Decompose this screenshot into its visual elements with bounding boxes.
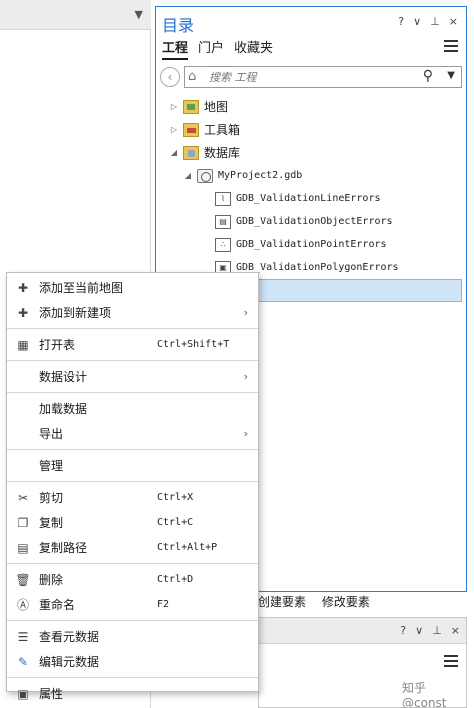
menu-item-manage[interactable]: 管理 bbox=[7, 453, 258, 478]
catalog-tabs: 工程 门户 收藏夹 bbox=[162, 37, 273, 60]
scissors-icon: ✂ bbox=[17, 490, 29, 505]
watermark: 知乎 @const bbox=[402, 681, 447, 708]
search-row: ‹ ⌂ ⚲ ▼ bbox=[160, 66, 462, 88]
trash-icon: 🗑 bbox=[15, 572, 31, 587]
expand-arrow-icon[interactable]: ▷ bbox=[168, 125, 180, 134]
menu-item-rename[interactable]: Ⓐ 重命名 F2 bbox=[7, 592, 258, 617]
submenu-arrow-icon: › bbox=[243, 306, 248, 319]
left-pane-header: ▼ bbox=[0, 0, 151, 30]
toolbox-folder-icon bbox=[183, 122, 199, 137]
tree-item-line-errors[interactable]: ⌇ GDB_ValidationLineErrors bbox=[156, 187, 466, 210]
properties-icon: ▣ bbox=[17, 686, 29, 701]
tree-item-gdb[interactable]: ◢ MyProject2.gdb bbox=[156, 164, 466, 187]
menu-item-load-data[interactable]: 加载数据 bbox=[7, 396, 258, 421]
tab-modify-features[interactable]: 修改要素 bbox=[322, 595, 370, 609]
help-icon[interactable]: ? bbox=[398, 15, 404, 28]
tree-item-databases[interactable]: ◢ 数据库 bbox=[156, 141, 466, 164]
star-new-icon: ✚ bbox=[17, 305, 29, 320]
help-icon[interactable]: ? bbox=[400, 624, 406, 637]
tree-item-maps[interactable]: ▷ 地图 bbox=[156, 95, 466, 118]
tab-project[interactable]: 工程 bbox=[162, 37, 189, 60]
metadata-view-icon: ☰ bbox=[17, 629, 29, 644]
menu-item-add-to-map[interactable]: ✚ 添加至当前地图 bbox=[7, 275, 258, 300]
pencil-icon: ✎ bbox=[17, 654, 29, 669]
expand-arrow-icon[interactable]: ▷ bbox=[168, 102, 180, 111]
tab-favorites[interactable]: 收藏夹 bbox=[234, 37, 273, 60]
pane-title: 目录 bbox=[162, 16, 195, 35]
back-arrow-icon[interactable]: ‹ bbox=[160, 67, 180, 87]
menu-icon[interactable] bbox=[444, 655, 458, 667]
tab-portal[interactable]: 门户 bbox=[198, 37, 224, 60]
search-icon[interactable]: ⚲ bbox=[423, 68, 433, 84]
database-folder-icon bbox=[183, 145, 199, 160]
search-box[interactable]: ⌂ ⚲ ▼ bbox=[184, 66, 462, 88]
pin-icon[interactable]: ⊥ bbox=[432, 624, 442, 637]
menu-item-delete[interactable]: 🗑 删除 Ctrl+D bbox=[7, 567, 258, 592]
menu-item-view-metadata[interactable]: ☰ 查看元数据 bbox=[7, 624, 258, 649]
menu-item-properties[interactable]: ▣ 属性 bbox=[7, 681, 258, 706]
menu-separator bbox=[7, 328, 258, 329]
tree-item-point-errors[interactable]: ∴ GDB_ValidationPointErrors bbox=[156, 233, 466, 256]
menu-separator bbox=[7, 360, 258, 361]
close-icon[interactable]: × bbox=[449, 15, 458, 28]
menu-item-add-to-new[interactable]: ✚ 添加到新建项 › bbox=[7, 300, 258, 325]
chevron-down-icon[interactable]: ▼ bbox=[447, 70, 455, 81]
submenu-arrow-icon: › bbox=[243, 370, 248, 383]
menu-item-export[interactable]: 导出 › bbox=[7, 421, 258, 446]
context-menu: ✚ 添加至当前地图 ✚ 添加到新建项 › ▦ 打开表 Ctrl+Shift+T … bbox=[6, 272, 259, 701]
rename-icon: Ⓐ bbox=[16, 598, 29, 612]
menu-separator bbox=[7, 392, 258, 393]
search-input[interactable] bbox=[209, 69, 409, 85]
copy-icon: ❐ bbox=[17, 515, 29, 530]
menu-item-copy[interactable]: ❐ 复制 Ctrl+C bbox=[7, 510, 258, 535]
tree-item-toolboxes[interactable]: ▷ 工具箱 bbox=[156, 118, 466, 141]
submenu-arrow-icon: › bbox=[243, 427, 248, 440]
tab-create-features[interactable]: 创建要素 bbox=[258, 595, 306, 609]
menu-icon[interactable] bbox=[444, 40, 458, 52]
options-dropdown-icon[interactable]: ∨ bbox=[415, 624, 423, 637]
close-icon[interactable]: × bbox=[451, 624, 460, 637]
lower-panel-header: ? ∨ ⊥ × bbox=[259, 618, 466, 644]
menu-separator bbox=[7, 449, 258, 450]
pin-icon[interactable]: ⊥ bbox=[430, 15, 440, 28]
tree-item-object-errors[interactable]: ▤ GDB_ValidationObjectErrors bbox=[156, 210, 466, 233]
copy-path-icon: ▤ bbox=[17, 540, 29, 555]
menu-item-edit-metadata[interactable]: ✎ 编辑元数据 bbox=[7, 649, 258, 674]
menu-separator bbox=[7, 677, 258, 678]
lower-panel-controls: ? ∨ ⊥ × bbox=[400, 624, 460, 637]
home-icon[interactable]: ⌂ bbox=[188, 69, 196, 84]
menu-item-open-table[interactable]: ▦ 打开表 Ctrl+Shift+T bbox=[7, 332, 258, 357]
menu-separator bbox=[7, 481, 258, 482]
geodatabase-icon bbox=[197, 168, 213, 183]
tree-item-selected[interactable] bbox=[246, 279, 462, 302]
menu-item-data-design[interactable]: 数据设计 › bbox=[7, 364, 258, 389]
menu-separator bbox=[7, 563, 258, 564]
menu-separator bbox=[7, 620, 258, 621]
collapse-arrow-icon[interactable]: ◢ bbox=[182, 171, 194, 180]
chevron-down-icon[interactable]: ▼ bbox=[135, 8, 143, 21]
menu-item-cut[interactable]: ✂ 剪切 Ctrl+X bbox=[7, 485, 258, 510]
table-icon: ▦ bbox=[17, 337, 29, 352]
map-folder-icon bbox=[183, 99, 199, 114]
collapse-arrow-icon[interactable]: ◢ bbox=[168, 148, 180, 157]
pane-controls: ? ∨ ⊥ × bbox=[398, 15, 458, 28]
menu-item-copy-path[interactable]: ▤ 复制路径 Ctrl+Alt+P bbox=[7, 535, 258, 560]
catalog-tree: ▷ 地图 ▷ 工具箱 ◢ 数据库 ◢ MyProject2.gdb ⌇ GDB_… bbox=[156, 95, 466, 302]
point-feature-class-icon: ∴ bbox=[215, 237, 231, 252]
table-feature-class-icon: ▤ bbox=[215, 214, 231, 229]
options-dropdown-icon[interactable]: ∨ bbox=[413, 15, 421, 28]
bottom-tabs: 创建要素 修改要素 bbox=[258, 593, 382, 610]
line-feature-class-icon: ⌇ bbox=[215, 191, 231, 206]
star-add-icon: ✚ bbox=[17, 280, 29, 295]
